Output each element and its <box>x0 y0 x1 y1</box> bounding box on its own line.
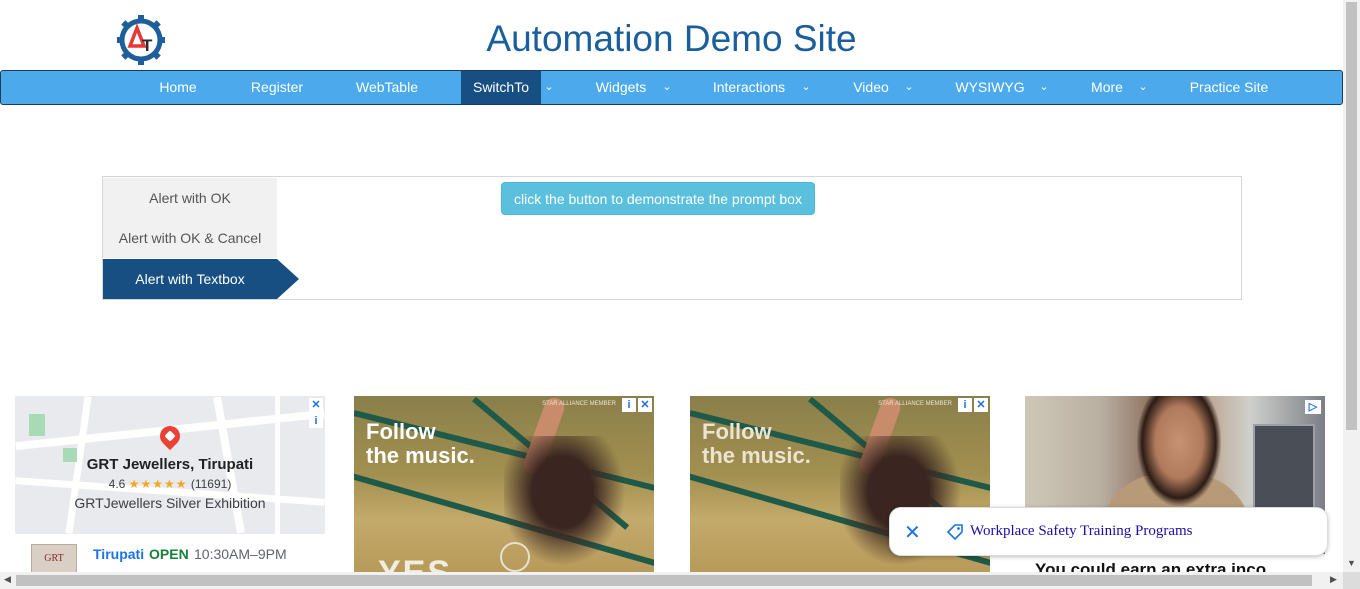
tab-alert-with-ok-cancel[interactable]: Alert with OK & Cancel <box>103 218 277 258</box>
floating-ad-pill[interactable]: ✕ Workplace Safety Training Programs <box>889 507 1328 556</box>
partner-text: STAR ALLIANCE MEMBER <box>878 401 952 407</box>
ad-headline-line1: Follow <box>366 419 436 444</box>
business-hours: 10:30AM–9PM <box>194 546 287 562</box>
close-icon[interactable]: ✕ <box>974 398 988 412</box>
close-icon[interactable]: ✕ <box>309 398 323 412</box>
scroll-right-arrow-icon[interactable]: ▶ <box>1330 574 1337 585</box>
business-rating: 4.6 ★★★★★ (11691) <box>15 477 325 491</box>
open-status: OPEN <box>149 546 189 562</box>
chevron-down-icon[interactable]: ⌄ <box>541 71 557 104</box>
close-icon[interactable]: ✕ <box>638 398 652 412</box>
nav-register[interactable]: Register <box>237 71 317 104</box>
map-ad[interactable]: ✕ i GRT Jewellers, Tirupati 4.6 ★★★★★ (1… <box>15 396 325 572</box>
ad-headline: Follow the music. <box>366 420 475 468</box>
site-title: Automation Demo Site <box>486 18 857 59</box>
floating-ad-link[interactable]: Workplace Safety Training Programs <box>970 523 1193 540</box>
main-navbar: Home Register WebTable SwitchTo ⌄ Widget… <box>0 70 1343 105</box>
tab-alert-with-textbox[interactable]: Alert with Textbox <box>103 259 277 299</box>
review-count: (11691) <box>190 477 232 491</box>
tab-alert-with-ok[interactable]: Alert with OK <box>103 178 277 218</box>
ad-headline: You could earn an extra inco <box>1035 560 1267 572</box>
nav-practice-site[interactable]: Practice Site <box>1179 71 1279 104</box>
nav-interactions[interactable]: Interactions <box>701 71 797 104</box>
horizontal-scroll-thumb[interactable] <box>16 575 1312 586</box>
nav-switchto[interactable]: SwitchTo <box>461 71 541 104</box>
ad-headline-line1: Follow <box>702 419 772 444</box>
partner-text: STAR ALLIANCE MEMBER <box>542 401 616 407</box>
ad-headline-line2: the music. <box>702 443 811 468</box>
ad-bottom-text: YES <box>378 554 452 572</box>
close-icon[interactable]: ✕ <box>904 520 921 545</box>
nav-wysiwyg[interactable]: WYSIWYG <box>945 71 1035 104</box>
info-icon[interactable]: i <box>622 398 636 412</box>
business-info-row: GRT Tirupati OPEN 10:30AM–9PM <box>15 534 325 572</box>
ad-headline: Follow the music. <box>702 420 811 468</box>
nav-video[interactable]: Video <box>841 71 901 104</box>
business-subtitle: GRTJewellers Silver Exhibition <box>74 495 266 511</box>
chevron-down-icon[interactable]: ⌄ <box>659 71 675 104</box>
prompt-box-button[interactable]: click the button to demonstrate the prom… <box>501 182 815 215</box>
airline-logo-icon <box>500 542 530 572</box>
horizontal-scrollbar[interactable]: ◀ ▶ <box>0 572 1343 589</box>
business-city[interactable]: Tirupati <box>93 546 144 562</box>
chevron-down-icon[interactable]: ⌄ <box>798 71 814 104</box>
info-icon[interactable]: i <box>309 414 323 428</box>
info-icon[interactable]: i <box>958 398 972 412</box>
vertical-scroll-thumb[interactable] <box>1346 2 1357 430</box>
nav-home[interactable]: Home <box>143 71 213 104</box>
adchoices-icon[interactable]: ▷ <box>1305 400 1321 414</box>
chevron-down-icon[interactable]: ⌄ <box>1135 71 1151 104</box>
vertical-scrollbar[interactable]: ▼ <box>1343 0 1360 572</box>
nav-more[interactable]: More <box>1079 71 1135 104</box>
scroll-down-arrow-icon[interactable]: ▼ <box>1347 558 1356 568</box>
star-icons: ★★★★★ <box>128 477 188 491</box>
active-tab-arrow <box>277 259 299 299</box>
scrollbar-corner <box>1343 572 1360 589</box>
ad-headline-line2: the music. <box>366 443 475 468</box>
music-ad[interactable]: Follow the music. STAR ALLIANCE MEMBER i… <box>354 396 654 572</box>
business-name: GRT Jewellers, Tirupati <box>86 456 254 473</box>
scroll-left-arrow-icon[interactable]: ◀ <box>4 574 11 585</box>
store-thumbnail: GRT <box>31 544 77 572</box>
rating-value: 4.6 <box>108 477 126 491</box>
nav-webtable[interactable]: WebTable <box>342 71 432 104</box>
nav-widgets[interactable]: Widgets <box>581 71 661 104</box>
chevron-down-icon[interactable]: ⌄ <box>901 71 917 104</box>
tag-icon <box>946 524 963 541</box>
chevron-down-icon[interactable]: ⌄ <box>1036 71 1052 104</box>
